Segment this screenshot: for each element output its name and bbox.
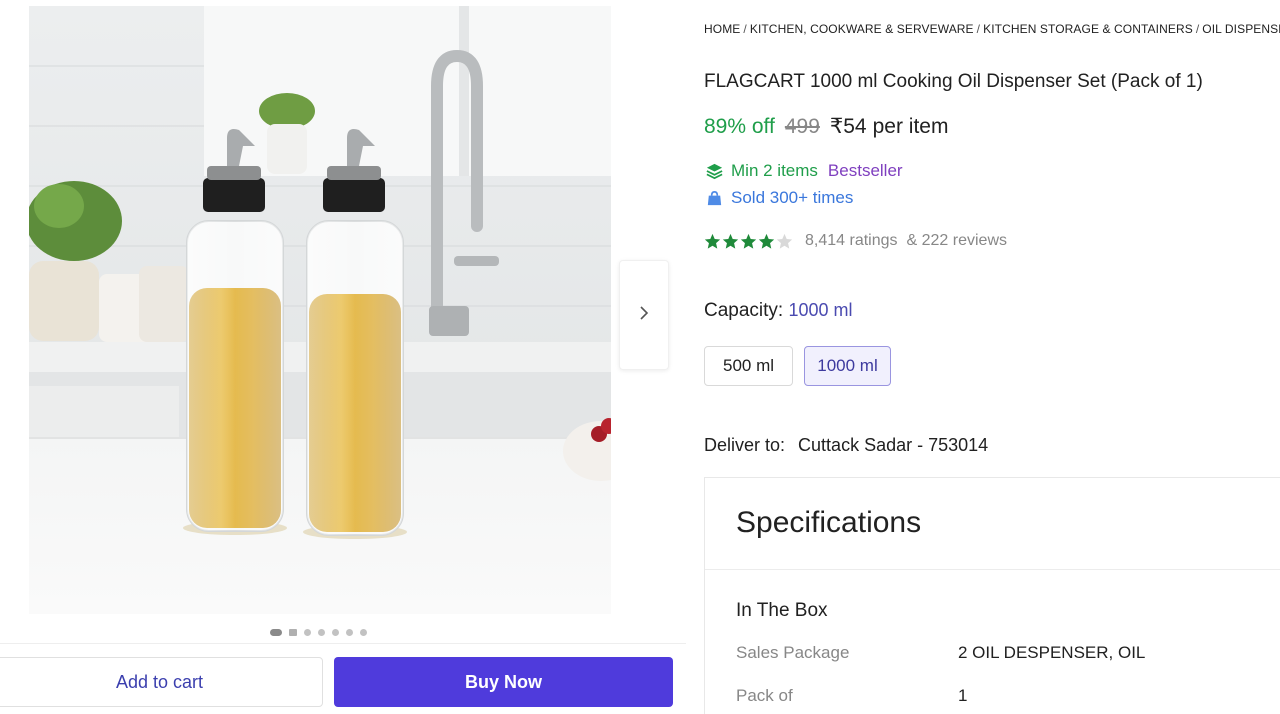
- sold-count-text: Sold 300+ times: [731, 188, 854, 207]
- star-filled-icon: [758, 233, 775, 249]
- delivery-address[interactable]: Cuttack Sadar - 753014: [798, 435, 988, 455]
- rating-summary[interactable]: 8,414 ratings & 222 reviews: [704, 232, 1007, 250]
- selling-price: ₹54: [829, 115, 867, 138]
- breadcrumb-oil-dispensers[interactable]: OIL DISPENSERS: [1202, 22, 1280, 36]
- pagination-dot[interactable]: [332, 628, 339, 636]
- pagination-dot[interactable]: [270, 628, 282, 636]
- star-empty-icon: [776, 233, 793, 249]
- spec-group-title: In The Box: [736, 600, 828, 621]
- breadcrumb-home[interactable]: HOME: [704, 22, 740, 36]
- min-items-tag: Min 2 items: [731, 161, 818, 180]
- spec-value: 1: [958, 686, 968, 705]
- pagination-dot[interactable]: [360, 628, 367, 636]
- star-rating: [704, 233, 793, 250]
- spec-key: Sales Package: [736, 643, 850, 662]
- product-photo: [29, 6, 611, 614]
- image-pagination: [270, 628, 367, 636]
- ratings-count: 8,414 ratings: [805, 232, 898, 249]
- breadcrumb-separator: /: [976, 22, 981, 36]
- divider: [705, 569, 1280, 570]
- purchase-action-bar: Add to cart Buy Now: [0, 643, 686, 714]
- pagination-dot[interactable]: [346, 628, 353, 636]
- price-row: 89% off 499 ₹54 per item: [704, 114, 948, 139]
- breadcrumb-separator: /: [1195, 22, 1200, 36]
- reviews-count: & 222 reviews: [906, 232, 1008, 249]
- shopping-bag-icon: [704, 188, 724, 208]
- spec-key: Pack of: [736, 686, 793, 705]
- breadcrumb-separator: /: [743, 22, 747, 36]
- star-filled-icon: [740, 233, 757, 249]
- product-title: FLAGCART 1000 ml Cooking Oil Dispenser S…: [704, 71, 1203, 92]
- capacity-option-500ml[interactable]: 500 ml: [704, 346, 793, 386]
- delivery-location[interactable]: Deliver to: Cuttack Sadar - 753014: [704, 435, 988, 456]
- breadcrumb-storage[interactable]: KITCHEN STORAGE & CONTAINERS: [983, 22, 1193, 36]
- next-image-button[interactable]: [619, 260, 669, 370]
- capacity-label: Capacity:: [704, 300, 784, 321]
- specifications-title: Specifications: [736, 506, 922, 539]
- buy-now-button[interactable]: Buy Now: [334, 657, 673, 707]
- product-details: HOME / KITCHEN, COOKWARE & SERVEWARE / KITCH…: [704, 0, 1280, 714]
- add-to-cart-button[interactable]: Add to cart: [0, 657, 323, 707]
- sold-count: Sold 300+ times: [704, 188, 853, 208]
- bestseller-tag: Bestseller: [827, 161, 903, 180]
- breadcrumb: HOME / KITCHEN, COOKWARE & SERVEWARE / KITCH…: [704, 22, 1280, 36]
- spec-value: 2 OIL DESPENSER, OIL: [958, 643, 1146, 662]
- breadcrumb-kitchen[interactable]: KITCHEN, COOKWARE & SERVEWARE: [750, 22, 974, 36]
- star-filled-icon: [722, 233, 739, 249]
- video-thumbnail-dot[interactable]: [289, 628, 297, 636]
- layers-icon: [704, 161, 724, 181]
- capacity-options: 500 ml 1000 ml: [704, 346, 891, 386]
- specifications-card: Specifications In The Box Sales Package …: [704, 477, 1280, 714]
- deliver-to-label: Deliver to:: [704, 435, 786, 455]
- pagination-dot[interactable]: [304, 628, 311, 636]
- chevron-right-icon: [637, 305, 651, 325]
- price-unit: per item: [872, 115, 949, 138]
- discount-percent: 89% off: [704, 115, 775, 138]
- capacity-option-1000ml[interactable]: 1000 ml: [804, 346, 891, 386]
- star-filled-icon: [704, 233, 721, 249]
- offer-tags: Min 2 items Bestseller: [704, 161, 903, 181]
- capacity-label-row: Capacity: 1000 ml: [704, 300, 853, 322]
- original-price: 499: [784, 115, 820, 138]
- capacity-selected: 1000 ml: [788, 300, 853, 320]
- product-image[interactable]: [29, 6, 611, 614]
- pagination-dot[interactable]: [318, 628, 325, 636]
